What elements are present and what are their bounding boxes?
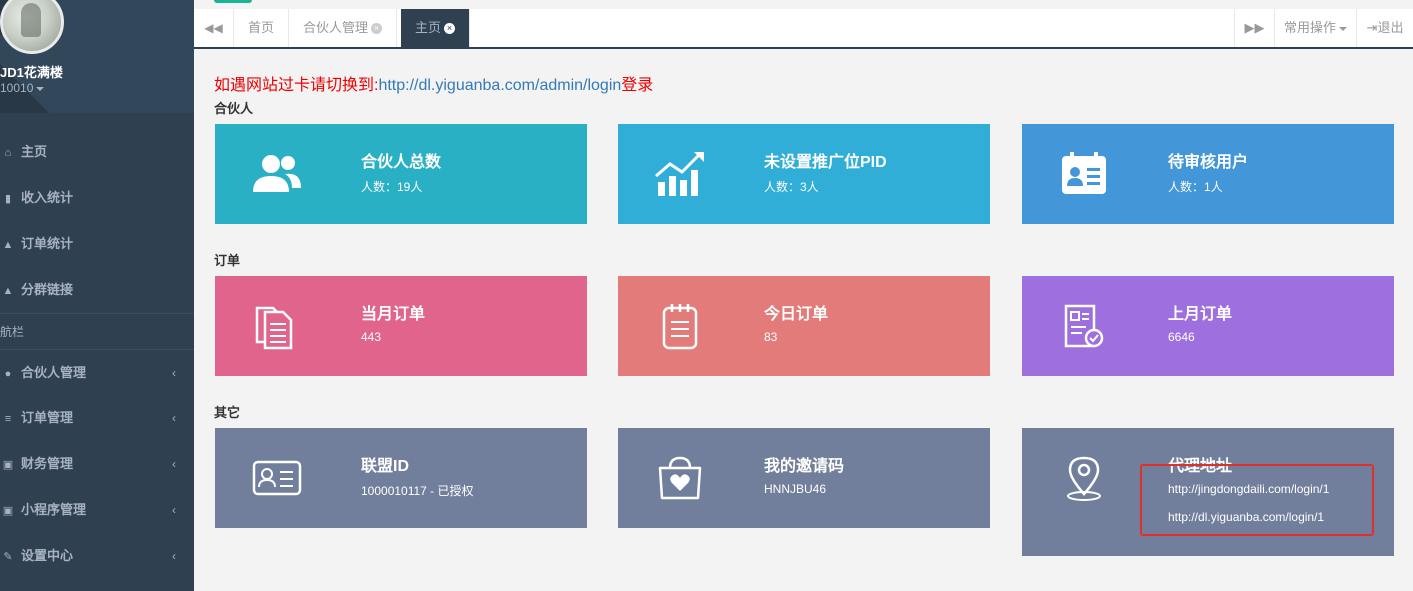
users-icon: ● — [4, 368, 12, 380]
card-value: 443 — [361, 330, 382, 344]
notice-text: 如遇网站过卡请切换到:http://dl.yiguanba.com/admin/… — [214, 77, 654, 94]
card-title: 今日订单 — [764, 306, 829, 323]
card-title: 我的邀请码 — [764, 458, 845, 475]
heart-bag-icon — [658, 456, 702, 500]
sidebar-item-income-stats[interactable]: ▮ 收入统计 — [0, 175, 194, 221]
tab-scroll-left-button[interactable]: ◀◀ — [194, 9, 234, 47]
tab-home[interactable]: 首页 — [234, 9, 290, 47]
map-marker-icon — [1067, 456, 1101, 501]
card-value: 人数：1人 — [1168, 180, 1223, 194]
chevron-left-icon: ‹ — [172, 411, 176, 425]
card-title: 联盟ID — [361, 458, 410, 475]
card-value: 人数：19人 — [361, 180, 423, 194]
card-title: 未设置推广位PID — [764, 154, 887, 171]
documents-icon — [255, 306, 293, 350]
sidebar-item-group-links[interactable]: ▲ 分群链接 — [0, 267, 194, 313]
card-partner-total[interactable]: 合伙人总数 人数：19人 — [215, 124, 587, 224]
chevron-left-icon: ‹ — [172, 549, 176, 563]
sidebar-item-finance-mgmt[interactable]: ▣ 财务管理 ‹ — [0, 441, 194, 487]
backward-icon: ◀◀ — [204, 21, 223, 35]
card-union-id[interactable]: 联盟ID 1000010117 - 已授权 — [215, 428, 587, 528]
sidebar-item-settings[interactable]: ✎ 设置中心 ‹ — [0, 533, 194, 579]
area-chart-icon: ▲ — [2, 239, 14, 251]
common-ops-dropdown[interactable]: 常用操作 — [1274, 9, 1356, 47]
tab-scroll-right-button[interactable]: ▶▶ — [1234, 9, 1274, 47]
notice-url[interactable]: http://dl.yiguanba.com/admin/login — [378, 77, 621, 94]
caret-down-icon — [36, 86, 45, 91]
card-value: 人数：3人 — [764, 180, 819, 194]
forward-icon: ▶▶ — [1244, 20, 1265, 35]
growth-chart-icon — [655, 152, 704, 196]
sidebar-section-label: 航栏 — [0, 313, 194, 349]
card-invite-code[interactable]: 我的邀请码 HNNJBU46 — [618, 428, 990, 528]
card-title: 合伙人总数 — [361, 154, 442, 171]
card-today-orders[interactable]: 今日订单 83 — [618, 276, 990, 376]
card-title: 上月订单 — [1168, 306, 1233, 323]
money-icon: ▣ — [2, 505, 14, 517]
sign-out-icon: ⇥ — [1366, 20, 1378, 35]
card-value: HNNJBU46 — [764, 482, 827, 496]
id-card-icon — [1062, 152, 1106, 194]
checked-document-icon — [1064, 304, 1104, 348]
area-chart-icon: ▲ — [2, 285, 14, 297]
card-value: 6646 — [1168, 330, 1195, 344]
notepad-icon — [662, 304, 698, 350]
home-icon: ⌂ — [4, 147, 12, 159]
sidebar: JD1花满楼 10010 ⌂ 主页 ▮ 收入统计 ▲ 订单统计 ▲ 分群链接 航栏 ● 合… — [0, 0, 194, 591]
edit-icon: ✎ — [3, 551, 13, 563]
caret-down-icon — [1339, 26, 1347, 31]
money-icon: ▣ — [2, 459, 14, 471]
close-icon[interactable]: × — [371, 23, 383, 35]
sidebar-item-partner-mgmt[interactable]: ● 合伙人管理 ‹ — [0, 349, 194, 395]
tab-partner-mgmt[interactable]: 合伙人管理 × — [289, 9, 398, 47]
sidebar-nav: ⌂ 主页 ▮ 收入统计 ▲ 订单统计 ▲ 分群链接 航栏 ● 合伙人管理 ‹ ≡ 订单管理 ‹ … — [0, 129, 194, 579]
tab-bar: ◀◀ 首页 合伙人管理 × 主页 × ▶▶ 常用操作 ⇥退出 — [194, 9, 1413, 49]
id-badge-icon — [252, 460, 302, 496]
profile-panel: JD1花满楼 10010 — [0, 0, 194, 113]
highlight-box — [1140, 464, 1374, 536]
section-title-partners: 合伙人 — [214, 101, 254, 116]
sidebar-item-home[interactable]: ⌂ 主页 — [0, 129, 194, 175]
list-icon: ≡ — [4, 413, 12, 425]
section-title-others: 其它 — [214, 405, 241, 420]
card-last-month-orders[interactable]: 上月订单 6646 — [1022, 276, 1394, 376]
tab-main[interactable]: 主页 × — [401, 9, 471, 47]
chevron-left-icon: ‹ — [172, 503, 176, 517]
menu-toggle-button[interactable] — [214, 0, 252, 3]
sidebar-item-order-stats[interactable]: ▲ 订单统计 — [0, 221, 194, 267]
card-title: 待审核用户 — [1168, 154, 1249, 171]
user-id-dropdown[interactable]: 10010 — [0, 81, 45, 95]
card-value: 1000010117 - 已授权 — [361, 484, 474, 498]
sidebar-item-order-mgmt[interactable]: ≡ 订单管理 ‹ — [0, 395, 194, 441]
main-content: 如遇网站过卡请切换到:http://dl.yiguanba.com/admin/… — [214, 49, 1413, 591]
user-name[interactable]: JD1花满楼 — [0, 62, 63, 81]
section-title-orders: 订单 — [214, 253, 241, 268]
card-pending-users[interactable]: 待审核用户 人数：1人 — [1022, 124, 1394, 224]
sidebar-item-miniprogram-mgmt[interactable]: ▣ 小程序管理 ‹ — [0, 487, 194, 533]
logout-button[interactable]: ⇥退出 — [1356, 9, 1413, 47]
chevron-left-icon: ‹ — [172, 366, 176, 380]
card-value: 83 — [764, 330, 778, 344]
card-title: 当月订单 — [361, 306, 426, 323]
card-no-pid[interactable]: 未设置推广位PID 人数：3人 — [618, 124, 990, 224]
close-icon[interactable]: × — [444, 23, 456, 35]
chevron-left-icon: ‹ — [172, 457, 176, 471]
card-month-orders[interactable]: 当月订单 443 — [215, 276, 587, 376]
bar-chart-icon: ▮ — [4, 193, 12, 205]
users-icon — [253, 155, 301, 192]
